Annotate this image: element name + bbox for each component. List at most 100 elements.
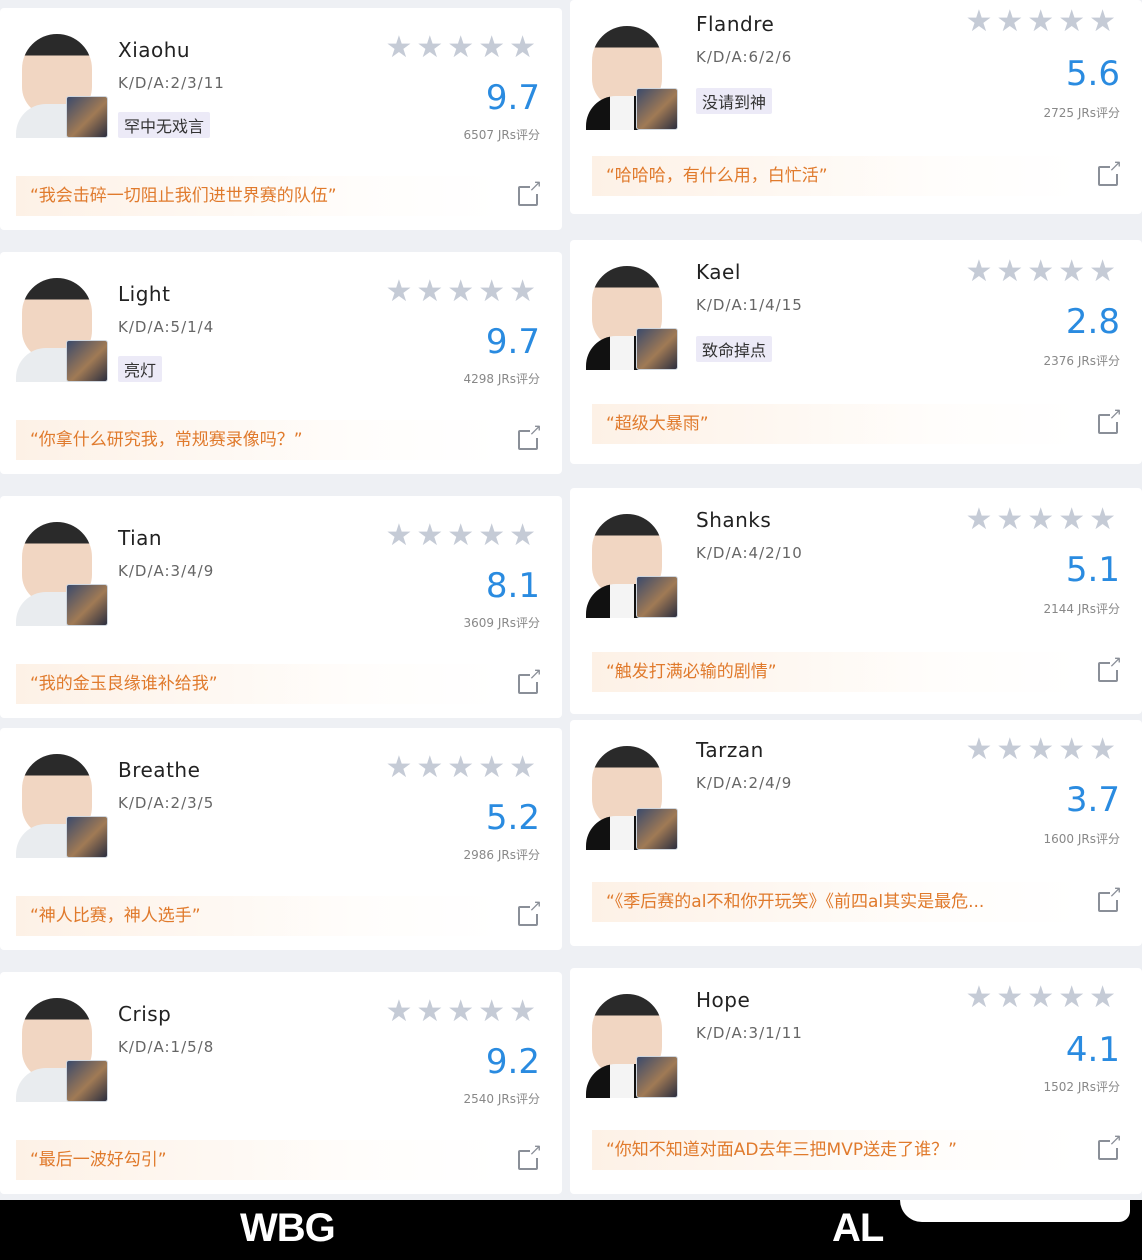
rating-count: 2540 JRs评分: [463, 1092, 540, 1106]
rating-stars[interactable]: ★★★★★: [966, 4, 1120, 39]
player-name: Crisp: [118, 1002, 172, 1026]
player-card[interactable]: Shanks K/D/A:4/2/10 ★★★★★ 5.1 2144 JRs评分…: [570, 488, 1142, 714]
champion-icon: [66, 816, 108, 858]
rating-count: 4298 JRs评分: [463, 372, 540, 386]
share-icon[interactable]: [1098, 654, 1122, 682]
player-name: Tian: [118, 526, 163, 550]
champion-icon: [636, 576, 678, 618]
player-tag: 致命掉点: [696, 336, 773, 362]
player-card[interactable]: Light K/D/A:5/1/4 亮灯 ★★★★★ 9.7 4298 JRs评…: [0, 252, 562, 474]
team-label-al: AL: [832, 1206, 884, 1250]
player-card[interactable]: Breathe K/D/A:2/3/5 ★★★★★ 5.2 2986 JRs评分…: [0, 728, 562, 950]
player-card[interactable]: Tian K/D/A:3/4/9 ★★★★★ 8.1 3609 JRs评分 “我…: [0, 496, 562, 718]
rating-stars[interactable]: ★★★★★: [386, 274, 540, 309]
share-icon[interactable]: [518, 1142, 542, 1170]
rating-count: 2725 JRs评分: [1043, 106, 1120, 120]
player-tag: 没请到神: [696, 88, 773, 114]
player-card[interactable]: Tarzan K/D/A:2/4/9 ★★★★★ 3.7 1600 JRs评分 …: [570, 720, 1142, 946]
player-score: 3.7: [1065, 780, 1120, 820]
share-icon[interactable]: [1098, 158, 1122, 186]
player-name: Flandre: [696, 12, 775, 36]
footer-decoration: [900, 1200, 1130, 1222]
player-quote: “你知不知道对面AD去年三把MVP送走了谁？”: [592, 1130, 1082, 1170]
share-icon[interactable]: [518, 666, 542, 694]
player-score: 9.2: [485, 1042, 540, 1082]
player-quote: “触发打满必输的剧情”: [592, 652, 1082, 692]
player-quote: “最后一波好勾引”: [16, 1140, 502, 1180]
player-kda: K/D/A:5/1/4: [118, 318, 215, 336]
player-kda: K/D/A:2/3/11: [118, 74, 225, 92]
player-avatar: [586, 18, 678, 130]
player-name: Kael: [696, 260, 741, 284]
player-avatar: [586, 506, 678, 618]
champion-icon: [636, 88, 678, 130]
player-avatar: [16, 990, 108, 1102]
rating-count: 2986 JRs评分: [463, 848, 540, 862]
share-icon[interactable]: [518, 178, 542, 206]
player-kda: K/D/A:3/1/11: [696, 1024, 803, 1042]
player-name: Light: [118, 282, 171, 306]
player-kda: K/D/A:6/2/6: [696, 48, 793, 66]
player-card[interactable]: Xiaohu K/D/A:2/3/11 罕中无戏言 ★★★★★ 9.7 6507…: [0, 8, 562, 230]
rating-count: 3609 JRs评分: [463, 616, 540, 630]
champion-icon: [636, 1056, 678, 1098]
player-name: Hope: [696, 988, 751, 1012]
player-quote: “神人比赛，神人选手”: [16, 896, 502, 936]
champion-icon: [66, 584, 108, 626]
share-icon[interactable]: [518, 422, 542, 450]
champion-icon: [636, 328, 678, 370]
player-score: 4.1: [1065, 1030, 1120, 1070]
rating-stars[interactable]: ★★★★★: [966, 732, 1120, 767]
player-avatar: [16, 26, 108, 138]
champion-icon: [66, 96, 108, 138]
champion-icon: [66, 1060, 108, 1102]
player-card[interactable]: Kael K/D/A:1/4/15 致命掉点 ★★★★★ 2.8 2376 JR…: [570, 240, 1142, 464]
rating-count: 2144 JRs评分: [1043, 602, 1120, 616]
player-kda: K/D/A:1/4/15: [696, 296, 803, 314]
player-score: 5.2: [485, 798, 540, 838]
player-name: Breathe: [118, 758, 201, 782]
share-icon[interactable]: [1098, 1132, 1122, 1160]
player-quote: “你拿什么研究我，常规赛录像吗？”: [16, 420, 502, 460]
player-kda: K/D/A:4/2/10: [696, 544, 803, 562]
player-name: Xiaohu: [118, 38, 191, 62]
player-avatar: [16, 270, 108, 382]
team-label-wbg: WBG: [240, 1206, 336, 1250]
player-kda: K/D/A:3/4/9: [118, 562, 215, 580]
player-avatar: [586, 258, 678, 370]
player-quote: “《季后赛的al不和你开玩笑》《前四al其实是最危...: [592, 882, 1082, 922]
rating-count: 6507 JRs评分: [463, 128, 540, 142]
player-quote: “我会击碎一切阻止我们进世界赛的队伍”: [16, 176, 502, 216]
player-tag: 亮灯: [118, 356, 163, 382]
player-card[interactable]: Crisp K/D/A:1/5/8 ★★★★★ 9.2 2540 JRs评分 “…: [0, 972, 562, 1194]
rating-stars[interactable]: ★★★★★: [966, 254, 1120, 289]
rating-stars[interactable]: ★★★★★: [386, 30, 540, 65]
player-kda: K/D/A:1/5/8: [118, 1038, 215, 1056]
player-quote: “超级大暴雨”: [592, 404, 1082, 444]
rating-stars[interactable]: ★★★★★: [386, 994, 540, 1029]
rating-stars[interactable]: ★★★★★: [966, 502, 1120, 537]
player-score: 5.1: [1065, 550, 1120, 590]
team-footer: WBG AL: [0, 1200, 1142, 1260]
player-score: 9.7: [485, 78, 540, 118]
player-avatar: [16, 514, 108, 626]
share-icon[interactable]: [1098, 406, 1122, 434]
player-score: 8.1: [485, 566, 540, 606]
player-card[interactable]: Hope K/D/A:3/1/11 ★★★★★ 4.1 1502 JRs评分 “…: [570, 968, 1142, 1194]
rating-stars[interactable]: ★★★★★: [386, 750, 540, 785]
player-name: Tarzan: [696, 738, 764, 762]
rating-count: 2376 JRs评分: [1043, 354, 1120, 368]
share-icon[interactable]: [518, 898, 542, 926]
player-score: 5.6: [1065, 54, 1120, 94]
player-quote: “我的金玉良缘谁补给我”: [16, 664, 502, 704]
player-score: 9.7: [485, 322, 540, 362]
player-card[interactable]: Flandre K/D/A:6/2/6 没请到神 ★★★★★ 5.6 2725 …: [570, 0, 1142, 214]
champion-icon: [66, 340, 108, 382]
share-icon[interactable]: [1098, 884, 1122, 912]
player-avatar: [586, 738, 678, 850]
player-avatar: [16, 746, 108, 858]
rating-stars[interactable]: ★★★★★: [386, 518, 540, 553]
player-kda: K/D/A:2/3/5: [118, 794, 215, 812]
rating-stars[interactable]: ★★★★★: [966, 980, 1120, 1015]
player-quote: “哈哈哈，有什么用，白忙活”: [592, 156, 1082, 196]
